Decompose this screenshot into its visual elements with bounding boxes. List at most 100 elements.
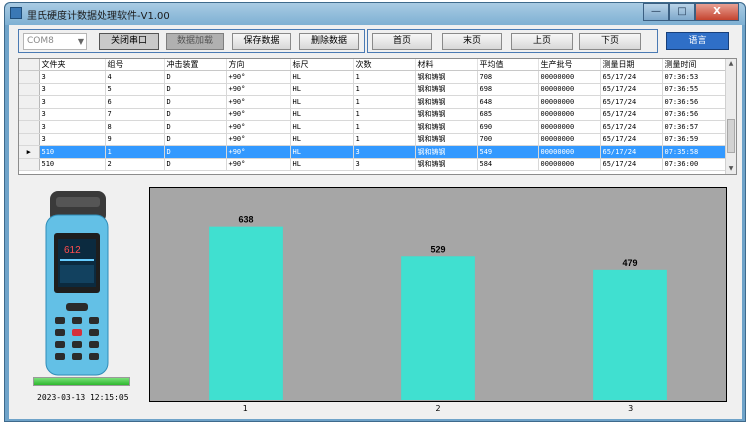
table-cell[interactable]: 00000000 bbox=[538, 145, 601, 159]
column-header[interactable]: 组号 bbox=[105, 59, 165, 71]
title-bar[interactable]: 里氏硬度计数据处理软件-V1.00 — □ X bbox=[5, 3, 745, 25]
table-cell[interactable]: 1 bbox=[105, 145, 165, 159]
table-cell[interactable]: 07:36:56 bbox=[662, 108, 726, 121]
close-port-button[interactable]: 关闭串口 bbox=[99, 33, 159, 50]
table-cell[interactable]: 65/17/24 bbox=[600, 158, 663, 171]
table-cell[interactable]: 65/17/24 bbox=[600, 120, 663, 134]
row-header[interactable] bbox=[19, 133, 40, 146]
table-cell[interactable]: 07:36:57 bbox=[662, 120, 726, 134]
table-cell[interactable]: 5 bbox=[105, 83, 165, 96]
column-header[interactable]: 标尺 bbox=[290, 59, 354, 71]
table-cell[interactable]: 7 bbox=[105, 108, 165, 121]
table-cell[interactable]: 钢和铸钢 bbox=[415, 158, 478, 171]
column-header[interactable]: 次数 bbox=[353, 59, 416, 71]
table-cell[interactable]: 钢和铸钢 bbox=[415, 145, 478, 159]
table-cell[interactable]: 9 bbox=[105, 133, 165, 146]
last-page-button[interactable]: 末页 bbox=[442, 33, 502, 50]
scroll-down-icon[interactable]: ▼ bbox=[726, 164, 736, 174]
table-cell[interactable]: +90° bbox=[226, 133, 291, 146]
column-header[interactable]: 材料 bbox=[415, 59, 478, 71]
table-row[interactable]: 510 2 D +90° HL 3 钢和铸钢 584 00000000 65/17/24 07:36… bbox=[19, 158, 726, 171]
table-cell[interactable]: 3 bbox=[353, 145, 416, 159]
table-cell[interactable]: 3 bbox=[353, 158, 416, 171]
table-cell[interactable]: 549 bbox=[477, 145, 539, 159]
table-cell[interactable]: 3 bbox=[39, 70, 106, 84]
table-cell[interactable]: 07:36:53 bbox=[662, 70, 726, 84]
table-cell[interactable]: 07:36:55 bbox=[662, 83, 726, 96]
table-cell[interactable]: 65/17/24 bbox=[600, 95, 663, 109]
table-cell[interactable]: +90° bbox=[226, 83, 291, 96]
table-row[interactable]: 3 6 D +90° HL 1 钢和铸钢 648 00000000 65/17/24 07:36:5… bbox=[19, 95, 726, 109]
row-header[interactable] bbox=[19, 108, 40, 121]
column-header[interactable]: 测量日期 bbox=[600, 59, 663, 71]
table-cell[interactable]: 钢和铸钢 bbox=[415, 70, 478, 84]
table-cell[interactable]: D bbox=[164, 83, 227, 96]
table-cell[interactable]: 510 bbox=[39, 145, 106, 159]
next-page-button[interactable]: 下页 bbox=[579, 33, 641, 50]
table-cell[interactable]: 钢和铸钢 bbox=[415, 133, 478, 146]
save-data-button[interactable]: 保存数据 bbox=[232, 33, 291, 50]
table-row[interactable]: 3 4 D +90° HL 1 钢和铸钢 708 00000000 65/17/24 07:36:5… bbox=[19, 70, 726, 84]
table-cell[interactable]: D bbox=[164, 120, 227, 134]
table-cell[interactable]: +90° bbox=[226, 145, 291, 159]
table-row[interactable]: 3 9 D +90° HL 1 钢和铸钢 700 00000000 65/17/24 07:36:5… bbox=[19, 133, 726, 146]
table-cell[interactable]: 07:36:56 bbox=[662, 95, 726, 109]
table-cell[interactable]: 690 bbox=[477, 120, 539, 134]
table-cell[interactable]: +90° bbox=[226, 120, 291, 134]
row-header[interactable] bbox=[19, 120, 40, 134]
table-cell[interactable]: 07:35:58 bbox=[662, 145, 726, 159]
scroll-up-icon[interactable]: ▲ bbox=[726, 59, 736, 69]
table-row[interactable]: 3 7 D +90° HL 1 钢和铸钢 685 00000000 65/17/24 07:36:5… bbox=[19, 108, 726, 121]
table-cell[interactable]: 65/17/24 bbox=[600, 133, 663, 146]
table-cell[interactable]: 510 bbox=[39, 158, 106, 171]
table-row[interactable]: 3 8 D +90° HL 1 钢和铸钢 690 00000000 65/17/24 07:36:5… bbox=[19, 120, 726, 134]
column-header[interactable]: 平均值 bbox=[477, 59, 539, 71]
scroll-thumb[interactable] bbox=[727, 119, 735, 153]
column-header[interactable]: 方向 bbox=[226, 59, 291, 71]
table-row[interactable]: ▶ 510 1 D +90° HL 3 钢和铸钢 549 00000000 65/17/24 07:3… bbox=[19, 145, 726, 159]
table-cell[interactable]: 8 bbox=[105, 120, 165, 134]
table-cell[interactable]: 648 bbox=[477, 95, 539, 109]
table-cell[interactable]: 65/17/24 bbox=[600, 145, 663, 159]
language-button[interactable]: 语言 bbox=[666, 32, 729, 50]
table-cell[interactable]: HL bbox=[290, 158, 354, 171]
table-cell[interactable]: 07:36:00 bbox=[662, 158, 726, 171]
port-select[interactable]: COM8 ▼ bbox=[23, 33, 87, 50]
table-cell[interactable]: 65/17/24 bbox=[600, 83, 663, 96]
maximize-button[interactable]: □ bbox=[669, 3, 695, 21]
table-cell[interactable]: D bbox=[164, 70, 227, 84]
table-cell[interactable]: D bbox=[164, 158, 227, 171]
table-cell[interactable]: HL bbox=[290, 145, 354, 159]
table-cell[interactable]: 00000000 bbox=[538, 158, 601, 171]
minimize-button[interactable]: — bbox=[643, 3, 669, 21]
table-cell[interactable]: HL bbox=[290, 95, 354, 109]
table-cell[interactable]: D bbox=[164, 145, 227, 159]
table-cell[interactable]: 钢和铸钢 bbox=[415, 95, 478, 109]
table-cell[interactable]: HL bbox=[290, 70, 354, 84]
table-cell[interactable]: 2 bbox=[105, 158, 165, 171]
table-row[interactable]: 3 5 D +90° HL 1 钢和铸钢 698 00000000 65/17/24 07:36:5… bbox=[19, 83, 726, 96]
table-cell[interactable]: D bbox=[164, 95, 227, 109]
table-cell[interactable]: 1 bbox=[353, 95, 416, 109]
table-cell[interactable]: 钢和铸钢 bbox=[415, 83, 478, 96]
table-cell[interactable]: 1 bbox=[353, 70, 416, 84]
table-cell[interactable]: D bbox=[164, 133, 227, 146]
table-cell[interactable]: 3 bbox=[39, 83, 106, 96]
table-cell[interactable]: 钢和铸钢 bbox=[415, 120, 478, 134]
table-cell[interactable]: 708 bbox=[477, 70, 539, 84]
column-header[interactable]: 生产批号 bbox=[538, 59, 601, 71]
table-cell[interactable]: 3 bbox=[39, 133, 106, 146]
table-cell[interactable]: 07:36:59 bbox=[662, 133, 726, 146]
table-cell[interactable]: 00000000 bbox=[538, 95, 601, 109]
table-cell[interactable]: HL bbox=[290, 120, 354, 134]
table-cell[interactable]: 00000000 bbox=[538, 70, 601, 84]
row-header[interactable] bbox=[19, 95, 40, 109]
row-header[interactable] bbox=[19, 83, 40, 96]
table-cell[interactable]: 00000000 bbox=[538, 108, 601, 121]
table-cell[interactable]: 685 bbox=[477, 108, 539, 121]
table-cell[interactable]: 700 bbox=[477, 133, 539, 146]
table-cell[interactable]: 00000000 bbox=[538, 133, 601, 146]
table-cell[interactable]: 00000000 bbox=[538, 83, 601, 96]
table-cell[interactable]: +90° bbox=[226, 158, 291, 171]
current-row-arrow-icon[interactable]: ▶ bbox=[19, 145, 40, 159]
